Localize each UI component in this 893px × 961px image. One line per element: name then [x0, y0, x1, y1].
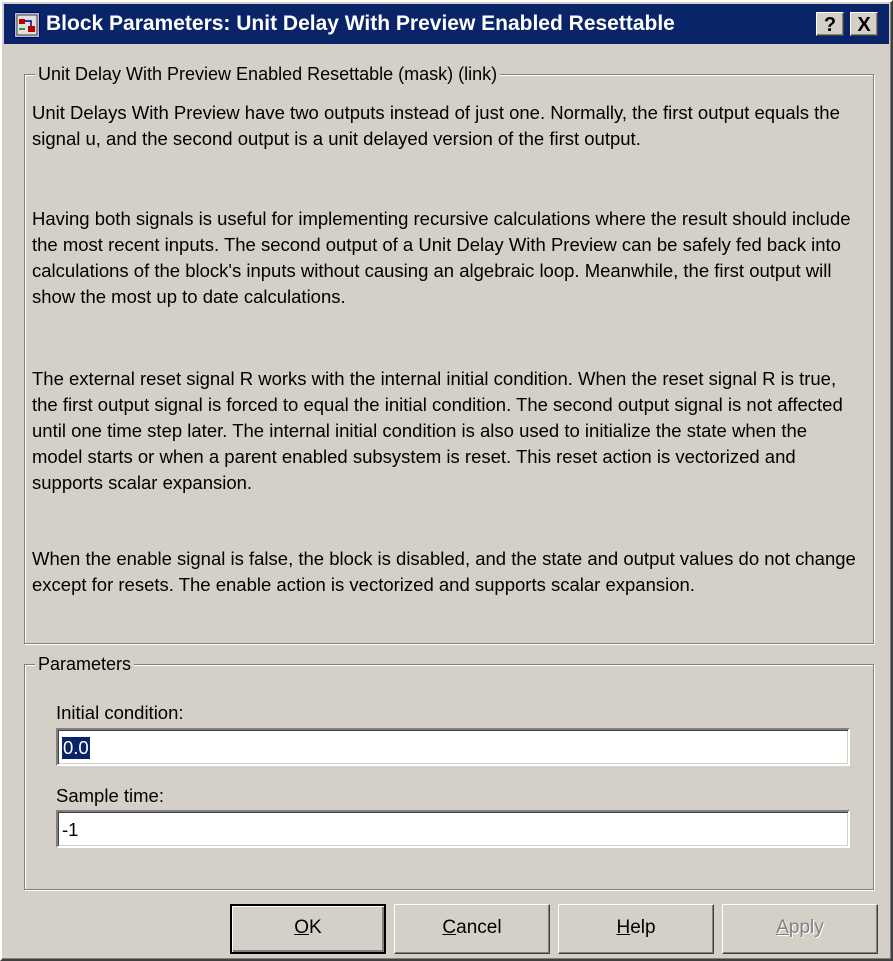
cancel-button[interactable]: Cancel [394, 904, 550, 954]
help-label-rest: elp [630, 917, 656, 938]
initial-condition-field[interactable]: 0.0 [56, 728, 850, 766]
parameters-group: Parameters [24, 653, 874, 890]
help-mnemonic: H [616, 917, 631, 938]
ok-label-rest: K [309, 917, 322, 938]
title-bar[interactable]: Block Parameters: Unit Delay With Previe… [4, 4, 889, 44]
description-paragraph-2: Having both signals is useful for implem… [32, 208, 851, 307]
description-paragraph-3: The external reset signal R works with t… [32, 368, 843, 493]
parameters-group-legend: Parameters [35, 653, 135, 675]
help-icon[interactable]: ? [816, 12, 844, 36]
description-group-legend: Unit Delay With Preview Enabled Resettab… [35, 63, 501, 85]
sample-time-value: -1 [62, 819, 79, 840]
description-paragraph-1: Unit Delays With Preview have two output… [32, 102, 840, 149]
help-button[interactable]: Help [558, 904, 714, 954]
cancel-label-rest: ancel [456, 917, 502, 938]
initial-condition-label: Initial condition: [56, 702, 184, 723]
sample-time-field[interactable]: -1 [56, 810, 850, 848]
apply-button[interactable]: Apply [722, 904, 878, 954]
ok-button[interactable]: OK [230, 904, 386, 954]
apply-mnemonic: A [776, 917, 789, 938]
block-parameters-dialog: Block Parameters: Unit Delay With Previe… [0, 0, 893, 961]
simulink-block-icon[interactable] [14, 12, 40, 38]
window-title: Block Parameters: Unit Delay With Previe… [46, 12, 675, 35]
sample-time-label: Sample time: [56, 785, 164, 806]
cancel-mnemonic: C [442, 917, 457, 938]
apply-label-rest: pply [788, 917, 824, 938]
initial-condition-value: 0.0 [62, 737, 90, 759]
close-icon[interactable]: X [850, 12, 878, 36]
ok-mnemonic: O [294, 917, 310, 938]
description-paragraph-4: When the enable signal is false, the blo… [32, 548, 856, 595]
